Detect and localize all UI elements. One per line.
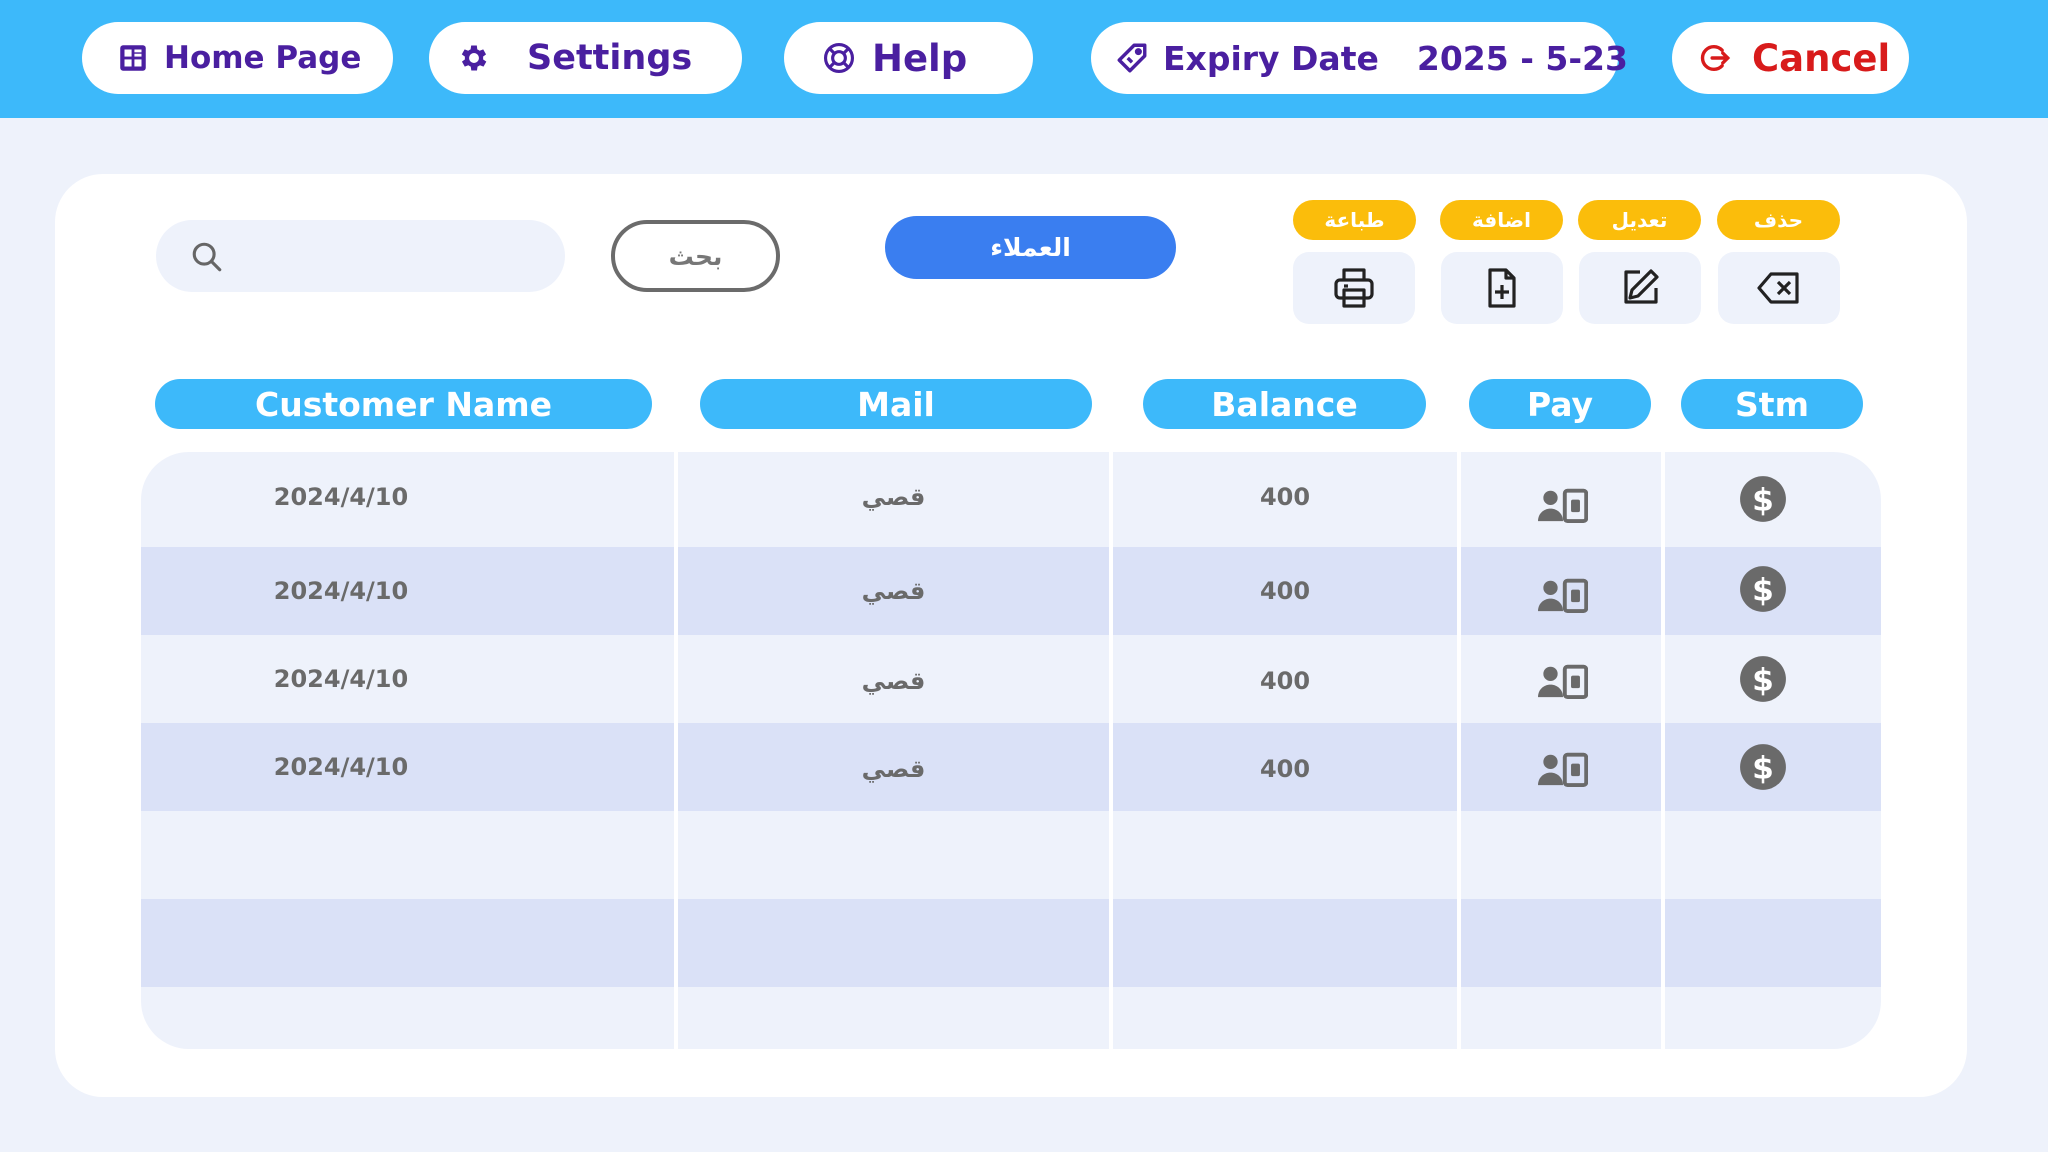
mail-cell: قصي — [861, 667, 926, 695]
empty-row — [141, 987, 1881, 1049]
search-icon — [190, 240, 224, 274]
dollar-coin-icon: $ — [1740, 566, 1786, 612]
top-bar: Home Page Settings Help Expiry Date 2025… — [0, 0, 2048, 118]
edit-button[interactable] — [1579, 252, 1701, 324]
add-file-icon — [1488, 268, 1516, 308]
user-payment-icon — [1538, 488, 1588, 524]
mail-cell: قصي — [861, 755, 926, 783]
header-mail[interactable]: Mail — [700, 379, 1092, 429]
print-tag: طباعة — [1293, 200, 1416, 240]
cancel-label: Cancel — [1752, 36, 1891, 80]
customers-table: 2024/4/10 قصي 400 $ 2024/4/10 قصي 400 $ … — [141, 452, 1881, 1049]
balance-cell: 400 — [1259, 755, 1311, 783]
search-box[interactable] — [156, 220, 565, 292]
column-divider — [1457, 452, 1461, 1049]
customer-cell: 2024/4/10 — [273, 753, 409, 781]
balance-cell: 400 — [1259, 577, 1311, 605]
header-pay[interactable]: Pay — [1469, 379, 1651, 429]
lifebuoy-icon — [822, 41, 856, 75]
stm-cell[interactable]: $ — [1665, 635, 1861, 723]
svg-text:$: $ — [1752, 750, 1774, 786]
settings-button[interactable]: Settings — [429, 22, 742, 94]
delete-button[interactable] — [1718, 252, 1840, 324]
customers-button[interactable]: العملاء — [885, 216, 1176, 279]
expiry-date-value: 2025 - 5-23 — [1416, 38, 1628, 78]
search-button[interactable]: بحث — [611, 220, 780, 292]
header-customer-name[interactable]: Customer Name — [155, 379, 652, 429]
svg-text:$: $ — [1752, 662, 1774, 698]
svg-text:$: $ — [1752, 482, 1774, 518]
expiry-date-display: Expiry Date 2025 - 5-23 — [1091, 22, 1628, 94]
gear-icon — [457, 41, 491, 75]
home-page-label: Home Page — [164, 40, 362, 76]
dollar-coin-icon: $ — [1740, 744, 1786, 790]
customer-cell: 2024/4/10 — [273, 665, 409, 693]
mail-cell: قصي — [861, 577, 926, 605]
mail-cell: قصي — [861, 483, 926, 511]
balance-cell: 400 — [1259, 483, 1311, 511]
home-grid-icon — [116, 41, 150, 75]
help-button[interactable]: Help — [784, 22, 1033, 94]
print-button[interactable] — [1293, 252, 1415, 324]
pay-cell[interactable] — [1465, 551, 1661, 639]
pay-cell[interactable] — [1465, 461, 1661, 549]
dollar-coin-icon: $ — [1740, 476, 1786, 522]
svg-text:$: $ — [1752, 572, 1774, 608]
user-payment-icon — [1538, 578, 1588, 614]
stm-cell[interactable]: $ — [1665, 545, 1861, 633]
printer-icon — [1334, 268, 1374, 308]
settings-label: Settings — [527, 38, 693, 78]
empty-row — [141, 899, 1881, 987]
search-input[interactable] — [240, 234, 540, 278]
stm-cell[interactable]: $ — [1665, 455, 1861, 543]
pay-cell[interactable] — [1465, 725, 1661, 813]
dollar-coin-icon: $ — [1740, 656, 1786, 702]
home-page-button[interactable]: Home Page — [82, 22, 393, 94]
stm-cell[interactable]: $ — [1665, 723, 1861, 811]
logout-icon — [1698, 41, 1732, 75]
balance-cell: 400 — [1259, 667, 1311, 695]
header-stm[interactable]: Stm — [1681, 379, 1863, 429]
tag-icon — [1115, 41, 1149, 75]
edit-icon — [1624, 269, 1659, 304]
customer-cell: 2024/4/10 — [273, 577, 409, 605]
user-payment-icon — [1538, 664, 1588, 700]
header-balance[interactable]: Balance — [1143, 379, 1426, 429]
cancel-button[interactable]: Cancel — [1672, 22, 1909, 94]
delete-icon — [1757, 272, 1799, 304]
pay-cell[interactable] — [1465, 637, 1661, 725]
add-button[interactable] — [1441, 252, 1563, 324]
customer-cell: 2024/4/10 — [273, 483, 409, 511]
add-tag: اضافة — [1440, 200, 1563, 240]
user-payment-icon — [1538, 752, 1588, 788]
edit-tag: تعديل — [1578, 200, 1701, 240]
help-label: Help — [872, 36, 968, 80]
empty-row — [141, 811, 1881, 899]
delete-tag: حذف — [1717, 200, 1840, 240]
expiry-date-label: Expiry Date — [1163, 38, 1379, 78]
